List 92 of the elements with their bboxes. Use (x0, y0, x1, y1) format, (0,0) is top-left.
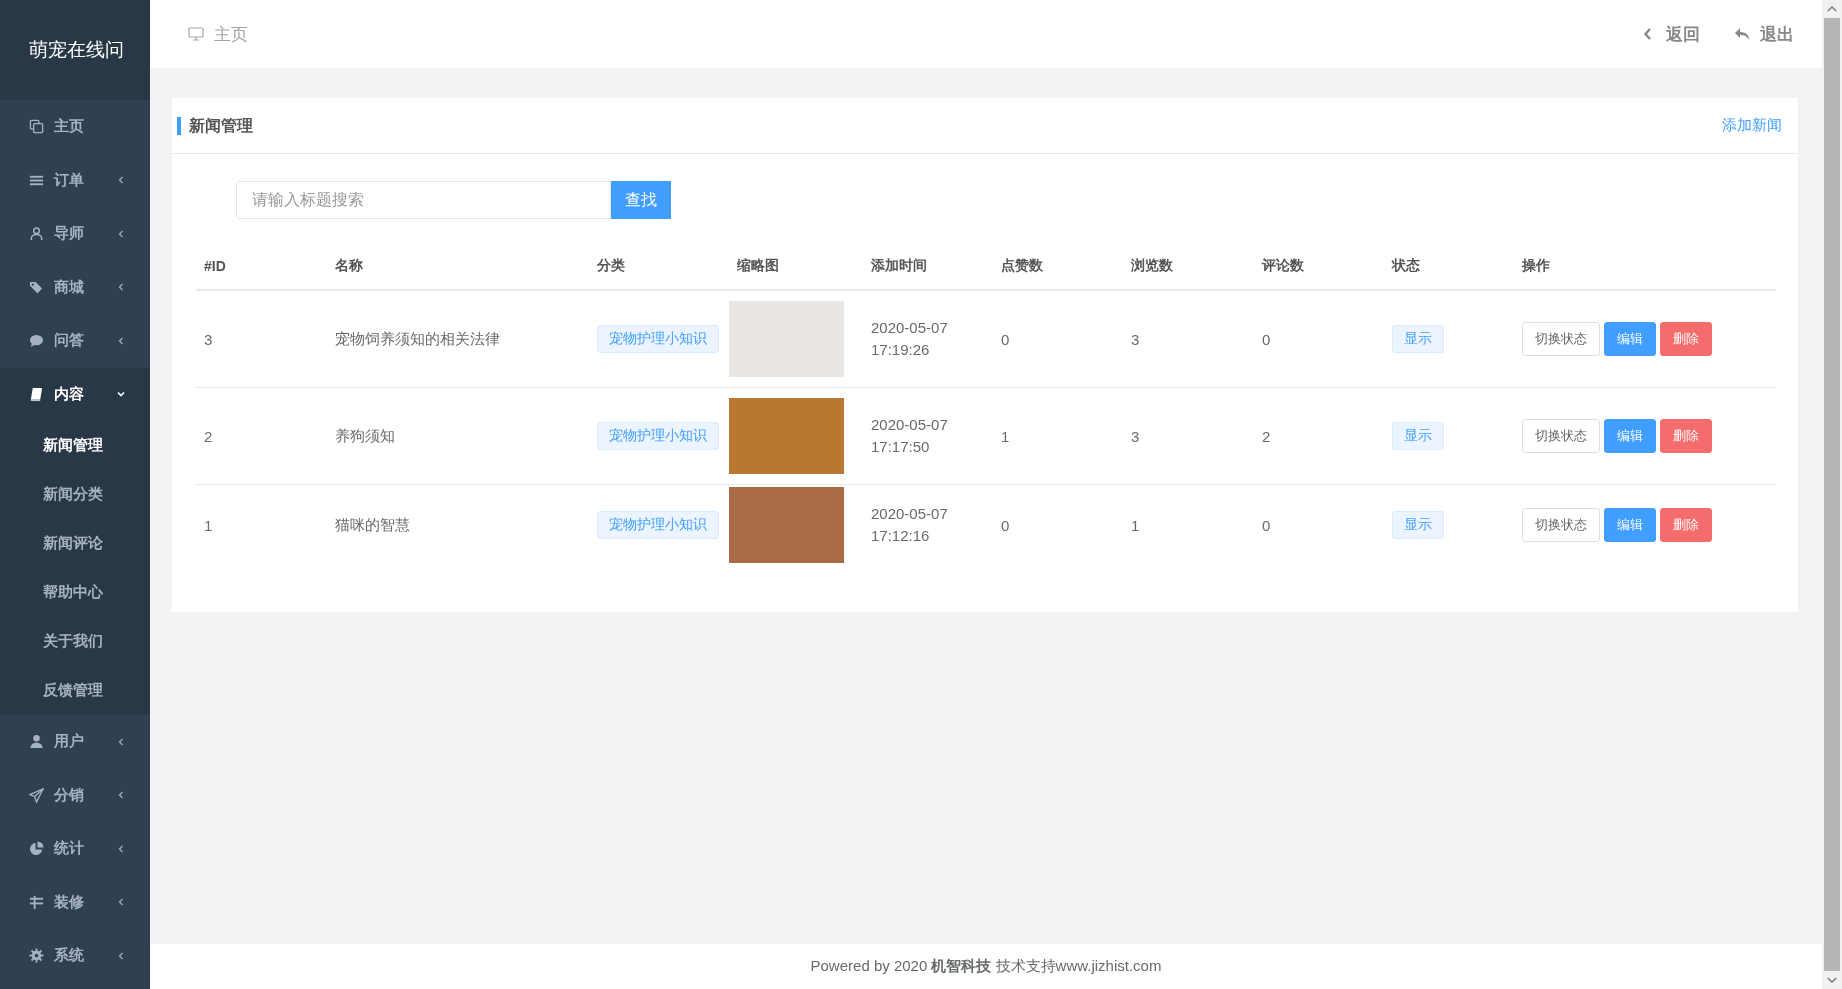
copy-icon (29, 119, 44, 135)
table-cell: 1 (993, 387, 1123, 485)
column-header: 状态 (1384, 243, 1514, 290)
action-button[interactable]: 切换状态 (1522, 419, 1600, 453)
gear-icon (29, 948, 44, 964)
column-header: #ID (196, 243, 327, 290)
action-button[interactable]: 编辑 (1604, 419, 1656, 453)
chevron-left-icon (116, 736, 126, 747)
sliders-icon (29, 894, 44, 910)
action-button[interactable]: 删除 (1660, 508, 1712, 542)
monitor-icon (188, 26, 204, 42)
table-cell: 2020-05-07 17:12:16 (863, 484, 993, 565)
table-cell: 2 (196, 387, 327, 485)
sidebar-item[interactable]: 分销 (0, 768, 150, 822)
pie-chart-icon (29, 841, 44, 857)
sidebar-item[interactable]: 装修 (0, 875, 150, 929)
column-header: 评论数 (1254, 243, 1384, 290)
search-button[interactable]: 查找 (611, 181, 671, 219)
table-cell: 养狗须知 (327, 387, 589, 485)
table-cell: 0 (1254, 290, 1384, 388)
sidebar-item[interactable]: 导师 (0, 207, 150, 261)
chevron-left-icon (116, 843, 126, 854)
sidebar-item[interactable]: 问答 (0, 314, 150, 368)
submenu-item[interactable]: 反馈管理 (0, 666, 150, 715)
table-cell: 1 (1123, 484, 1254, 565)
action-button[interactable]: 切换状态 (1522, 322, 1600, 356)
submenu-item[interactable]: 新闻分类 (0, 470, 150, 519)
sidebar-item[interactable]: 统计 (0, 822, 150, 876)
action-button[interactable]: 删除 (1660, 322, 1712, 356)
chevron-left-icon (116, 950, 126, 961)
sidebar-item[interactable]: 内容 (0, 367, 150, 421)
column-header: 浏览数 (1123, 243, 1254, 290)
tags-icon (29, 279, 44, 295)
table-cell: 1 (196, 484, 327, 565)
user-icon (29, 734, 44, 750)
footer-text: Powered by 2020 机智科技 技术支持www.jizhist.com (810, 957, 1162, 976)
back-link[interactable]: 返回 (1640, 22, 1700, 46)
category-tag: 宠物护理小知识 (597, 422, 719, 450)
status-tag: 显示 (1392, 325, 1444, 353)
table-cell: 0 (993, 484, 1123, 565)
column-header: 缩略图 (729, 243, 863, 290)
table-cell: 猫咪的智慧 (327, 484, 589, 565)
table-cell: 2020-05-07 17:17:50 (863, 387, 993, 485)
table-cell: 3 (196, 290, 327, 388)
table-cell: 3 (1123, 387, 1254, 485)
table-cell: 2020-05-07 17:19:26 (863, 290, 993, 388)
sidebar-item[interactable]: 用户 (0, 715, 150, 769)
status-tag: 显示 (1392, 422, 1444, 450)
sidebar-item[interactable]: 商城 (0, 260, 150, 314)
sidebar-item[interactable]: 系统 (0, 929, 150, 983)
chat-bubble-icon (29, 333, 44, 349)
table-cell: 宠物饲养须知的相关法律 (327, 290, 589, 388)
table-cell: 0 (993, 290, 1123, 388)
app-title: 萌宠在线问 (0, 0, 150, 100)
action-button[interactable]: 编辑 (1604, 322, 1656, 356)
category-tag: 宠物护理小知识 (597, 325, 719, 353)
reply-arrow-icon (1734, 26, 1750, 42)
column-header: 点赞数 (993, 243, 1123, 290)
book-icon (29, 386, 44, 402)
scrollbar[interactable] (1822, 0, 1842, 989)
action-button[interactable]: 删除 (1660, 419, 1712, 453)
person-icon (29, 226, 44, 242)
search-field[interactable]: 请输入标题搜索 (236, 181, 611, 219)
category-tag: 宠物护理小知识 (597, 511, 719, 539)
logout-link[interactable]: 退出 (1734, 22, 1794, 46)
column-header: 操作 (1514, 243, 1776, 290)
sidebar-item[interactable]: 主页 (0, 100, 150, 154)
chevron-left-icon (116, 282, 126, 293)
chevron-left-icon (116, 228, 126, 239)
column-header: 分类 (589, 243, 729, 290)
scrollbar-thumb[interactable] (1824, 18, 1840, 971)
breadcrumb-link[interactable]: 主页 (188, 22, 248, 46)
submenu-item[interactable]: 新闻评论 (0, 519, 150, 568)
submenu-item[interactable]: 帮助中心 (0, 568, 150, 617)
column-header: 添加时间 (863, 243, 993, 290)
paper-plane-icon (29, 787, 44, 803)
chevron-left-icon (116, 790, 126, 801)
action-button[interactable]: 切换状态 (1522, 508, 1600, 542)
chevron-left-icon (116, 897, 126, 908)
table-cell: 3 (1123, 290, 1254, 388)
chevron-left-icon (116, 175, 126, 186)
sidebar-item[interactable]: 订单 (0, 153, 150, 207)
column-header: 名称 (327, 243, 589, 290)
submenu-item[interactable]: 新闻管理 (0, 421, 150, 470)
table-cell: 0 (1254, 484, 1384, 565)
add-news-link[interactable]: 添加新闻 (1722, 116, 1782, 135)
chevron-left-icon (116, 335, 126, 346)
table-cell: 2 (1254, 387, 1384, 485)
panel-title: 新闻管理 (177, 116, 253, 135)
action-button[interactable]: 编辑 (1604, 508, 1656, 542)
submenu-item[interactable]: 关于我们 (0, 617, 150, 666)
status-tag: 显示 (1392, 511, 1444, 539)
